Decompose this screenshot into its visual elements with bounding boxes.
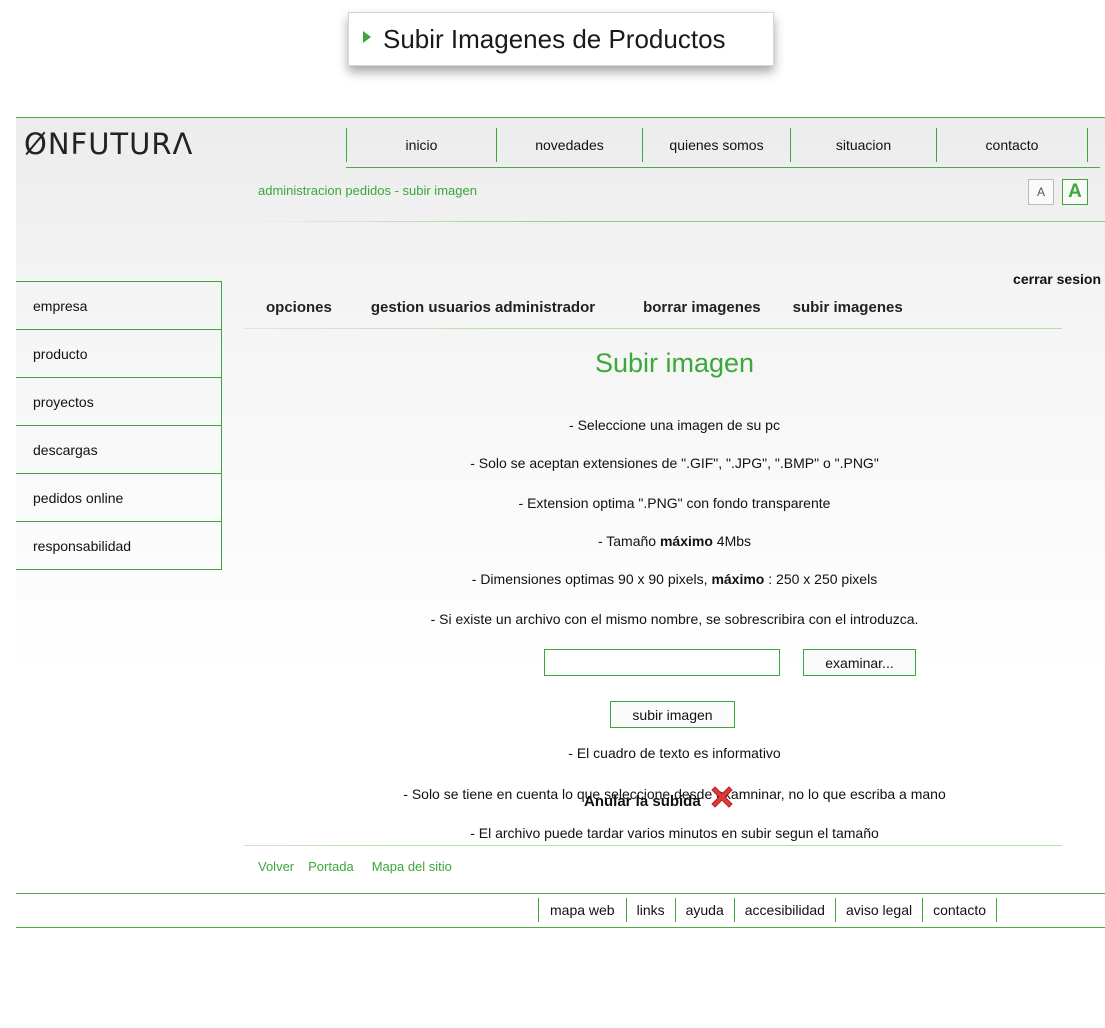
dimensions-text: - Dimensiones optimas 90 x 90 pixels, (471, 571, 712, 587)
footer-nav-accesibilidad[interactable]: accesibilidad (733, 898, 835, 922)
size-bold: máximo (659, 533, 713, 549)
footer-link-mapa-del-sitio[interactable]: Mapa del sitio (372, 859, 452, 874)
note-upload-time: - El archivo puede tardar varios minutos… (470, 825, 879, 841)
option-opciones[interactable]: opciones (266, 299, 332, 319)
footer-link-volver[interactable]: Volver (258, 859, 294, 874)
footer-nav-mapa-web[interactable]: mapa web (538, 898, 626, 922)
browse-button[interactable]: examinar... (803, 649, 916, 676)
sidebar-item-pedidos-online[interactable]: pedidos online (16, 474, 221, 522)
content-bottom-divider (244, 845, 1062, 846)
red-x-icon (710, 786, 733, 808)
footer-links: Volver Portada Mapa del sitio (258, 859, 452, 874)
cancel-upload-label: Anular la subida (584, 792, 701, 810)
sidebar-item-proyectos[interactable]: proyectos (16, 378, 221, 426)
sidebar-item-descargas[interactable]: descargas (16, 426, 221, 474)
font-increase-button[interactable]: A (1062, 179, 1088, 205)
nav-item-inicio[interactable]: inicio (346, 128, 496, 162)
font-decrease-button[interactable]: A (1028, 179, 1054, 205)
nav-item-situacion[interactable]: situacion (790, 128, 936, 162)
footer-bottom-line (16, 927, 1105, 928)
options-divider (244, 328, 1062, 329)
nav-item-contacto[interactable]: contacto (936, 128, 1088, 162)
footer-link-portada[interactable]: Portada (308, 859, 354, 874)
cancel-upload-link[interactable]: Anular la subida (584, 782, 737, 812)
nav-item-novedades[interactable]: novedades (496, 128, 642, 162)
sidebar-item-empresa[interactable]: empresa (16, 282, 221, 330)
breadcrumb: administracion pedidos - subir imagen (258, 183, 477, 198)
footer-top-line (16, 893, 1105, 894)
dimensions-value: : 250 x 250 pixels (764, 571, 878, 587)
triangle-bullet-icon (363, 31, 371, 43)
top-navigation: inicio novedades quienes somos situacion… (346, 128, 1088, 162)
upload-section: Subir imagen (244, 341, 1105, 385)
info-line-dimensions: - Dimensiones optimas 90 x 90 pixels, má… (244, 571, 1105, 587)
sidebar-menu: empresa producto proyectos descargas ped… (16, 281, 222, 570)
option-borrar-imagenes[interactable]: borrar imagenes (643, 299, 761, 319)
footer-nav-aviso-legal[interactable]: aviso legal (834, 898, 922, 922)
footer-nav-contacto[interactable]: contacto (922, 898, 998, 922)
page-frame: ØNFUTURΛ inicio novedades quienes somos … (16, 117, 1105, 1028)
info-line-extensions: - Solo se aceptan extensiones de ".GIF",… (470, 455, 879, 471)
upload-submit-button[interactable]: subir imagen (610, 701, 735, 728)
dimensions-bold: máximo (711, 571, 765, 587)
caption-text: Subir Imagenes de Productos (383, 23, 726, 54)
note-informative: - El cuadro de texto es informativo (568, 745, 781, 761)
site-logo[interactable]: ØNFUTURΛ (24, 127, 193, 161)
header-top-line (16, 117, 1105, 118)
caption-box: Subir Imagenes de Productos (348, 12, 774, 66)
option-gestion-usuarios[interactable]: gestion usuarios administrador (371, 299, 595, 319)
sidebar-item-producto[interactable]: producto (16, 330, 221, 378)
info-line-overwrite: - Si existe un archivo con el mismo nomb… (430, 611, 919, 627)
option-subir-imagenes[interactable]: subir imagenes (793, 299, 903, 319)
breadcrumb-divider (244, 221, 1105, 222)
size-value: 4Mbs (712, 533, 752, 549)
footer-nav-ayuda[interactable]: ayuda (674, 898, 734, 922)
size-text: - Tamaño (597, 533, 660, 549)
footer-nav-links[interactable]: links (625, 898, 675, 922)
info-line-optimal: - Extension optima ".PNG" con fondo tran… (518, 495, 831, 511)
options-bar: opciones gestion usuarios administrador … (266, 299, 903, 319)
info-line-size: - Tamaño máximo 4Mbs (244, 533, 1105, 549)
footer-navigation: mapa web links ayuda accesibilidad aviso… (538, 898, 998, 922)
info-line-select: - Seleccione una imagen de su pc (569, 417, 780, 433)
logout-link[interactable]: cerrar sesion (1013, 271, 1101, 287)
nav-underline (346, 167, 1100, 168)
page-title: Subir imagen (594, 348, 755, 378)
sidebar-item-responsabilidad[interactable]: responsabilidad (16, 522, 221, 570)
nav-item-quienes-somos[interactable]: quienes somos (642, 128, 790, 162)
file-path-input[interactable] (544, 649, 780, 676)
